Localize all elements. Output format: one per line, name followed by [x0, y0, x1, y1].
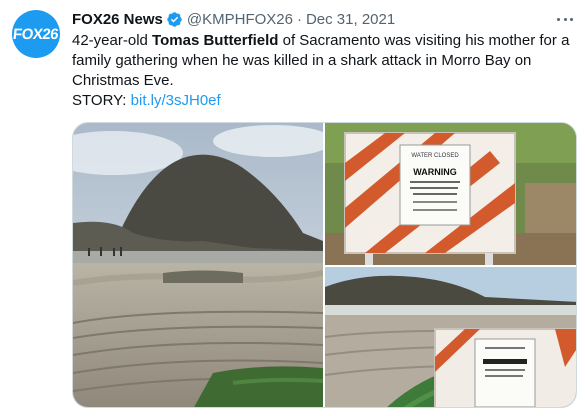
tweet-text-bold-name: Tomas Butterfield [152, 32, 279, 49]
author-handle[interactable]: @KMPHFOX26 [187, 11, 293, 28]
tweet-text-part1: 42-year-old [72, 32, 153, 49]
avatar[interactable]: FOX26 [12, 10, 60, 58]
tweet-text: 42-year-old Tomas Butterfield of Sacrame… [72, 31, 577, 111]
photo-warning-sign-closeup[interactable]: WATER CLOSED WARNING [325, 123, 576, 265]
story-label: STORY: [72, 92, 131, 109]
story-link[interactable]: bit.ly/3sJH0ef [131, 92, 221, 109]
avatar-logo-text: FOX26 [12, 25, 60, 43]
author-name[interactable]: FOX26 News [72, 11, 163, 28]
separator-dot: · [296, 10, 302, 28]
photo-morro-rock-beach[interactable] [73, 123, 323, 407]
sign-heading-text: WATER CLOSED [411, 153, 459, 159]
photo-beach-with-sign[interactable] [325, 267, 576, 407]
media-grid: WATER CLOSED WARNING [72, 122, 577, 408]
sign-warning-text: WARNING [413, 167, 457, 177]
tweet-header: FOX26 News @KMPHFOX26 · Dec 31, 2021 [72, 8, 573, 30]
verified-badge-icon [167, 11, 182, 27]
more-options-icon[interactable] [557, 10, 573, 28]
tweet-date[interactable]: Dec 31, 2021 [306, 11, 395, 28]
